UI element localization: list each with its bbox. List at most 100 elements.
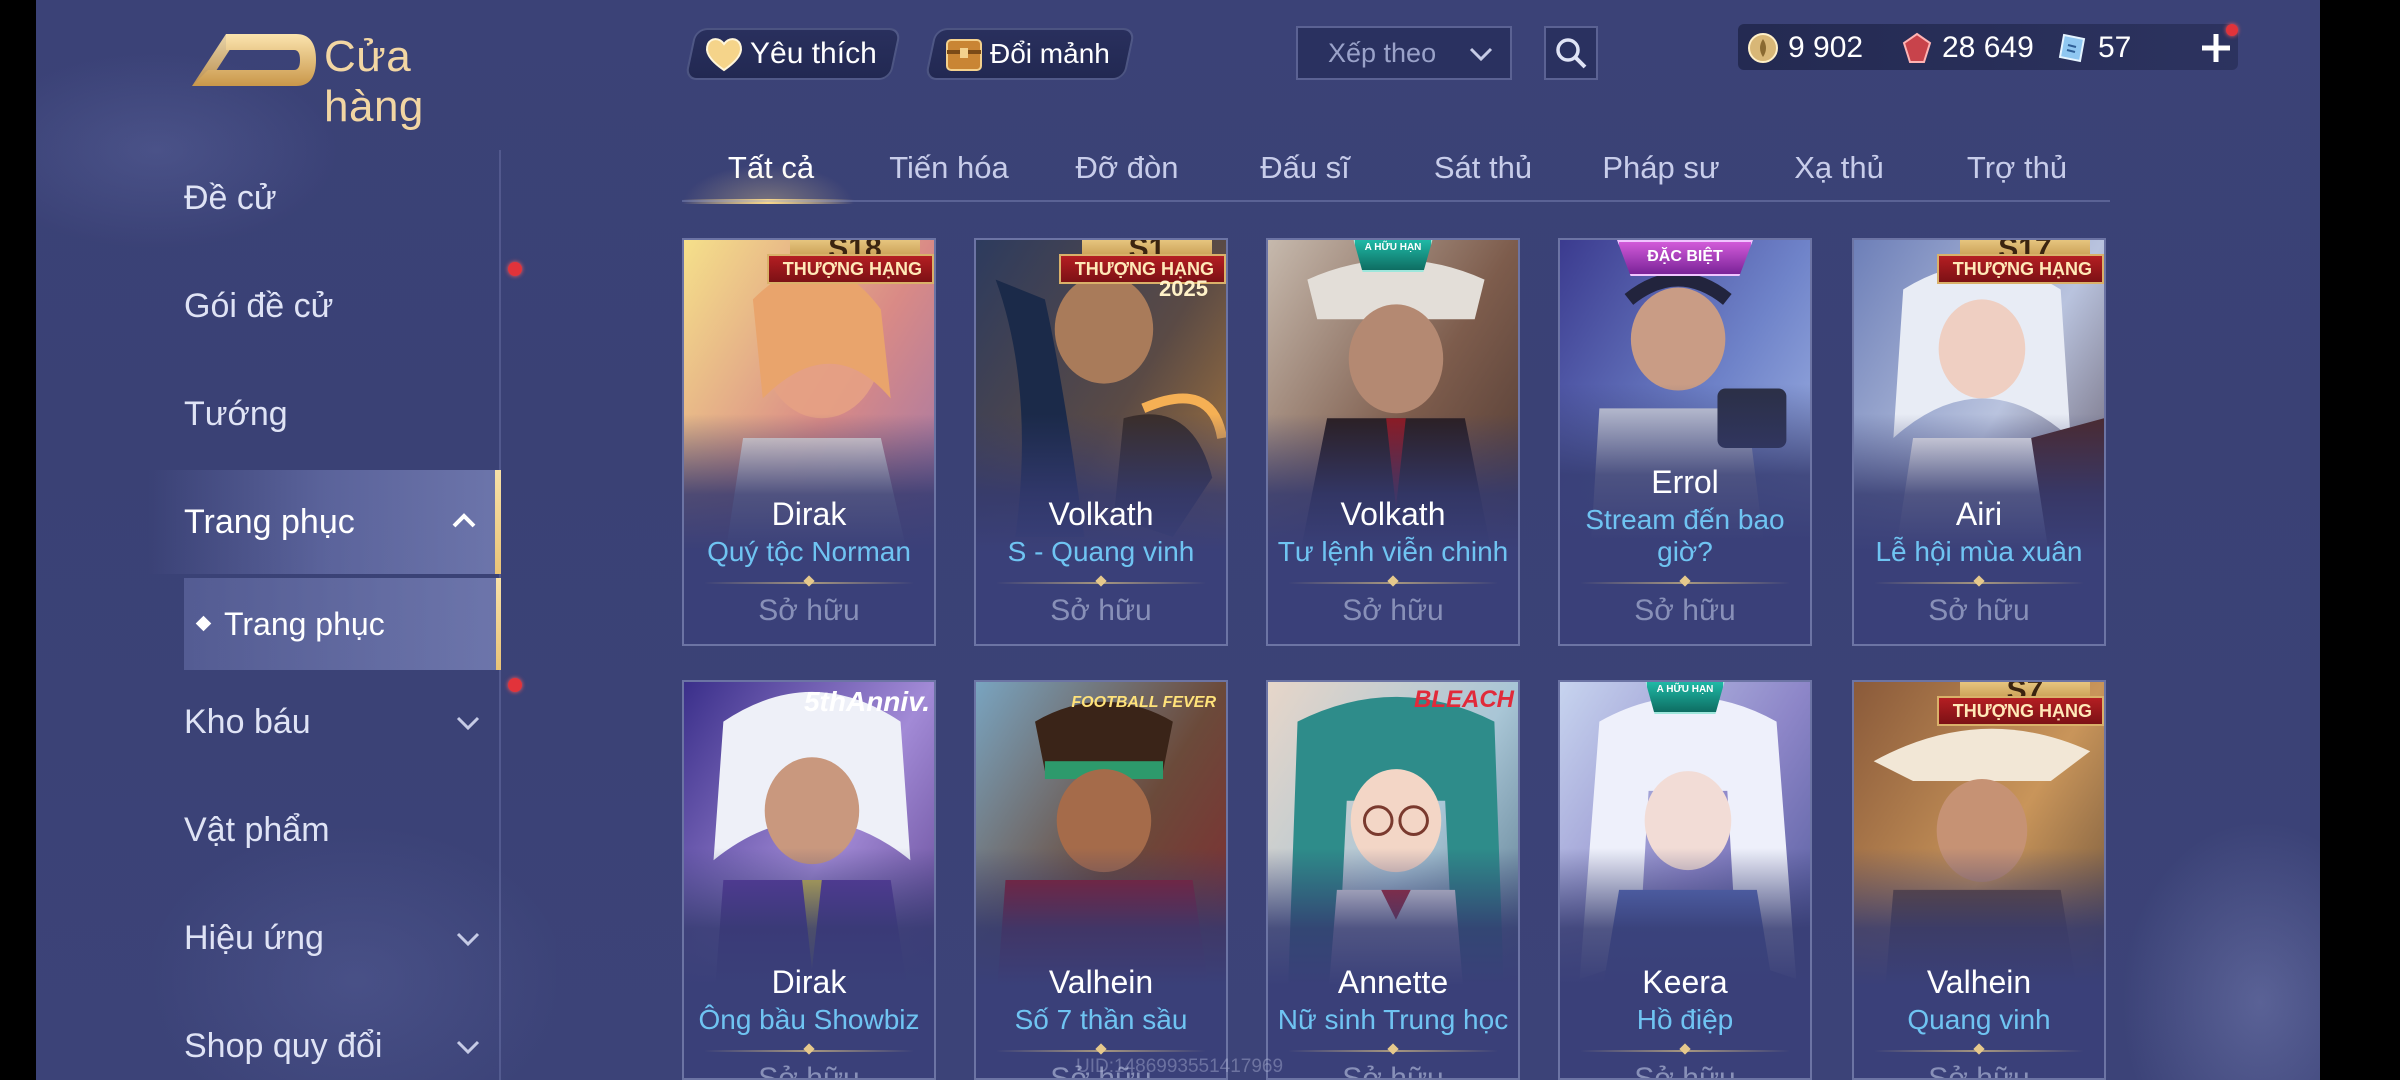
owned-status: Sở hữu xyxy=(1634,594,1736,627)
owned-status: Sở hữu xyxy=(1050,594,1152,627)
sidebar-item-exchange-shop[interactable]: Shop quy đổi xyxy=(36,994,501,1080)
sidebar-item-label: Shop quy đổi xyxy=(184,1026,383,1065)
search-icon xyxy=(1556,38,1587,69)
notification-dot xyxy=(2226,24,2238,36)
tab-label: Pháp sư xyxy=(1602,150,1720,185)
gold-amount: 9 902 xyxy=(1788,31,1864,64)
ruby-gem-icon xyxy=(1902,32,1932,63)
chevron-down-icon xyxy=(1469,47,1493,62)
tab-evolution[interactable]: Tiến hóa xyxy=(860,140,1038,200)
tab-assassin[interactable]: Sát thủ xyxy=(1394,140,1572,200)
sidebar-item-label: Kho báu xyxy=(184,702,311,741)
event-badge: FOOTBALL FEVER xyxy=(1071,694,1216,711)
owned-status: Sở hữu xyxy=(1928,1062,2030,1080)
tab-tank[interactable]: Đỡ đòn xyxy=(1038,140,1216,200)
sidebar-subitem-skins[interactable]: Trang phục xyxy=(184,578,501,670)
back-arrow-icon[interactable] xyxy=(186,28,326,92)
hero-name: Volkath xyxy=(1340,496,1446,532)
skin-name: Stream đến bao giờ? xyxy=(1585,504,1785,567)
owned-status: Sở hữu xyxy=(1928,594,2030,627)
tier-badge: THƯỢNG HẠNG xyxy=(1936,696,2104,726)
skin-name: Tư lệnh viễn chinh xyxy=(1277,536,1509,567)
notification-dot xyxy=(508,678,522,692)
sidebar-subitem-label: Trang phục xyxy=(224,605,385,642)
skin-card[interactable]: ĐẶC BIỆT Errol Stream đến bao giờ? Sở hữ… xyxy=(1558,238,1812,646)
skin-card[interactable]: A HỮU HẠN Keera Hồ điệp Sở hữu xyxy=(1558,680,1812,1080)
heart-icon xyxy=(705,38,743,72)
owned-status: Sở hữu xyxy=(758,1062,860,1080)
sidebar: Cửa hàng Đề cử Gói đề cử Tướng Trang phụ… xyxy=(36,0,522,1080)
voucher-amount: 57 xyxy=(2098,31,2132,64)
skin-card[interactable]: S1 THƯỢNG HẠNG 2025 Volkath S - Quang vi… xyxy=(974,238,1228,646)
skin-card[interactable]: A HỮU HẠN Volkath Tư lệnh viễn chinh Sở … xyxy=(1266,238,1520,646)
tier-badge: THƯỢNG HẠNG xyxy=(766,254,934,284)
owned-status: Sở hữu xyxy=(1634,1062,1736,1080)
card-separator xyxy=(704,582,914,584)
tab-label: Trợ thủ xyxy=(1966,150,2068,185)
search-button[interactable] xyxy=(1544,26,1598,80)
tab-label: Tiến hóa xyxy=(889,150,1009,185)
collab-badge: BLEACH xyxy=(1414,686,1514,713)
ruby-currency: 28 649 xyxy=(1900,26,2034,70)
sidebar-item-label: Hiệu ứng xyxy=(184,918,324,957)
tab-mage[interactable]: Pháp sư xyxy=(1572,140,1750,200)
skin-name: Hồ điệp xyxy=(1636,1004,1734,1035)
limited-badge: A HỮU HẠN xyxy=(1645,682,1725,714)
tab-label: Đỡ đòn xyxy=(1075,150,1179,185)
sidebar-item-label: Tướng xyxy=(184,394,288,433)
exchange-label: Đổi mảnh xyxy=(990,38,1110,69)
sort-dropdown[interactable]: Xếp theo xyxy=(1296,26,1512,80)
sidebar-item-treasure[interactable]: Kho báu xyxy=(36,670,501,774)
voucher-currency: 57 xyxy=(2056,26,2131,70)
card-separator xyxy=(1580,1050,1790,1052)
skin-name: Ông bầu Showbiz xyxy=(698,1004,920,1035)
skin-name: S - Quang vinh xyxy=(1007,536,1195,567)
skin-card[interactable]: S18 THƯỢNG HẠNG Dirak Quý tộc Norman Sở … xyxy=(682,238,936,646)
voucher-icon xyxy=(2058,33,2086,63)
tab-fighter[interactable]: Đấu sĩ xyxy=(1216,140,1394,200)
card-separator xyxy=(704,1050,914,1052)
sidebar-item-effects[interactable]: Hiệu ứng xyxy=(36,886,501,990)
gold-currency: 9 902 xyxy=(1746,26,1863,70)
chevron-down-icon xyxy=(456,716,480,731)
skin-card[interactable]: S17 THƯỢNG HẠNG Airi Lễ hội mùa xuân Sở … xyxy=(1852,238,2106,646)
favorites-button[interactable]: Yêu thích xyxy=(684,28,902,80)
tab-label: Đấu sĩ xyxy=(1260,150,1350,185)
hero-name: Volkath xyxy=(1048,496,1154,532)
hero-name: Keera xyxy=(1642,964,1728,1000)
page-title: Cửa hàng xyxy=(324,32,424,131)
sidebar-item-label: Gói đề cử xyxy=(184,286,334,325)
skin-name: Lễ hội mùa xuân xyxy=(1875,536,2083,567)
tab-marksman[interactable]: Xạ thủ xyxy=(1750,140,1928,200)
tab-all[interactable]: Tất cả xyxy=(682,140,860,204)
sidebar-item-heroes[interactable]: Tướng xyxy=(36,362,501,466)
sidebar-item-skins[interactable]: Trang phục xyxy=(148,470,501,574)
sidebar-item-label: Trang phục xyxy=(184,502,355,541)
skin-card[interactable]: FOOTBALL FEVER Valhein Số 7 thần sầu Sở … xyxy=(974,680,1228,1080)
hero-name: Dirak xyxy=(771,964,847,1000)
screen-bezel-left xyxy=(0,0,36,1080)
skin-card[interactable]: BLEACH Annette Nữ sinh Trung học Sở hữu xyxy=(1266,680,1520,1080)
exchange-fragments-button[interactable]: Đổi mảnh xyxy=(924,28,1136,80)
game-screen: Cửa hàng Đề cử Gói đề cử Tướng Trang phụ… xyxy=(0,0,2400,1080)
sort-placeholder: Xếp theo xyxy=(1328,37,1437,68)
hero-name: Dirak xyxy=(771,496,847,532)
tier-badge: THƯỢNG HẠNG xyxy=(1936,254,2104,284)
skin-name: Quang vinh xyxy=(1907,1004,2051,1035)
tab-support[interactable]: Trợ thủ xyxy=(1928,140,2106,200)
card-separator xyxy=(1874,1050,2084,1052)
card-separator xyxy=(1288,582,1498,584)
gold-coin-icon xyxy=(1748,33,1778,63)
hero-name: Valhein xyxy=(1048,964,1154,1000)
sidebar-item-recommended-packs[interactable]: Gói đề cử xyxy=(36,254,501,358)
skin-card[interactable]: S7 THƯỢNG HẠNG Valhein Quang vinh Sở hữu xyxy=(1852,680,2106,1080)
sidebar-item-items[interactable]: Vật phẩm xyxy=(36,778,501,882)
card-separator xyxy=(1288,1050,1498,1052)
user-id-watermark: UID:1486993551417969 xyxy=(1076,1056,1284,1077)
skin-card[interactable]: 5thAnniv. Dirak Ông bầu Showbiz Sở hữu xyxy=(682,680,936,1080)
tabs-underline xyxy=(682,200,2110,202)
sidebar-item-recommended[interactable]: Đề cử xyxy=(36,146,501,250)
hero-name: Airi xyxy=(1955,496,2003,532)
owned-status: Sở hữu xyxy=(1342,1062,1444,1080)
limited-badge: A HỮU HẠN xyxy=(1353,240,1433,272)
